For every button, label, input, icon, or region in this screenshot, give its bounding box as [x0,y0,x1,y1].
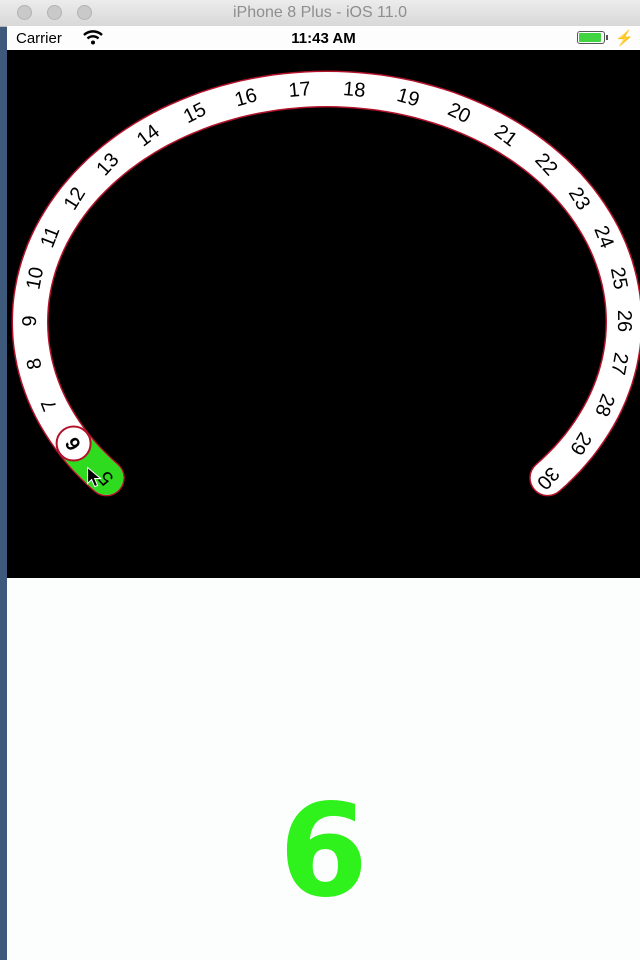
dial-panel: 5678910111213141516171819202122232425262… [7,50,640,578]
dial-number-10: 10 [22,265,48,291]
device-screen: Carrier 11:43 AM ⚡ 567891011121314151617… [7,26,640,960]
status-time: 11:43 AM [291,30,356,47]
dial-number-9: 9 [19,315,41,326]
dial-track [12,71,640,495]
dial-number-18: 18 [342,78,366,102]
dial-number-25: 25 [606,265,632,291]
window-title: iPhone 8 Plus - iOS 11.0 [232,4,408,21]
circular-number-slider[interactable]: 5678910111213141516171819202122232425262… [7,50,640,578]
battery-tip [606,35,608,40]
selected-value-display: 6 [278,777,369,926]
dial-number-17: 17 [288,78,312,102]
battery-icon [577,31,605,44]
dial-number-26: 26 [613,310,635,332]
dial-number-27: 27 [606,351,632,377]
simulator-titlebar: iPhone 8 Plus - iOS 11.0 [0,0,640,27]
status-bar: Carrier 11:43 AM ⚡ [7,26,640,50]
charging-icon: ⚡ [615,30,634,47]
